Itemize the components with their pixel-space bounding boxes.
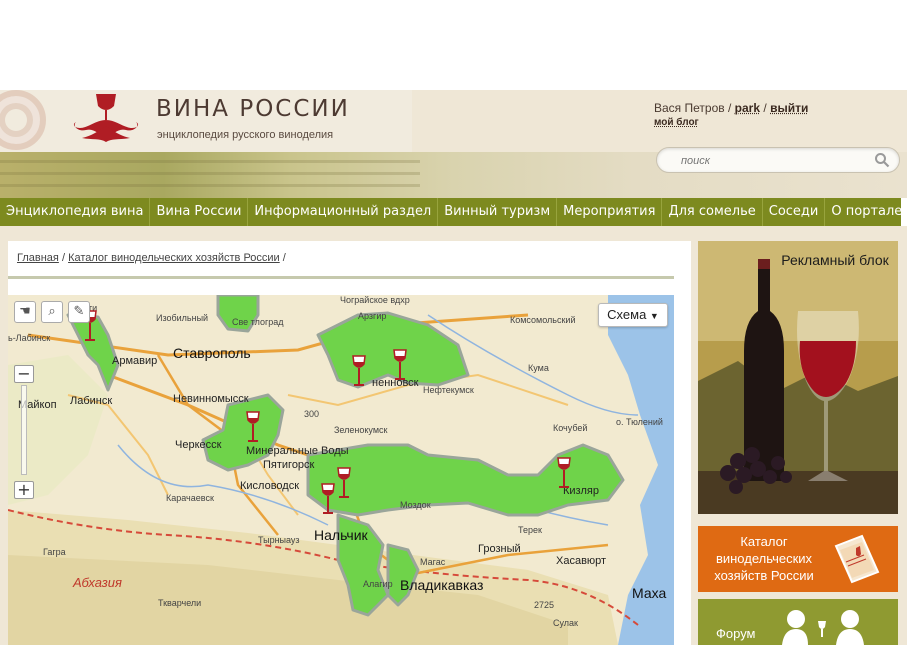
hand-pan-icon[interactable]: ☚ xyxy=(14,301,36,323)
breadcrumb-divider xyxy=(8,276,674,279)
logout-link[interactable]: выйти xyxy=(770,101,808,115)
map-label-abkhazia: Абхазия xyxy=(73,575,122,590)
search-box xyxy=(656,147,900,173)
logo-area[interactable]: ВИНА РОССИИ энциклопедия русского виноде… xyxy=(0,90,412,152)
user-name: Вася Петров xyxy=(654,101,725,115)
map-label-labinsk-left: ь-Лабинск xyxy=(8,333,51,343)
nav-item-wines-russia[interactable]: Вина России xyxy=(150,198,249,226)
map-label-labinsk: Лабинск xyxy=(70,395,113,407)
my-blog-link[interactable]: мой блог xyxy=(654,117,699,128)
user-bar: Вася Петров / park / выйти xyxy=(654,101,808,115)
nav-item-wine-tourism[interactable]: Винный туризм xyxy=(438,198,558,226)
winery-pin-icon[interactable] xyxy=(392,349,408,383)
map-label-kislovodsk: Кисловодск xyxy=(240,480,300,492)
map-label-kochubey: Кочубей xyxy=(553,423,588,433)
forum-people-icon xyxy=(782,610,864,645)
magnifier-zoom-icon[interactable]: ⌕ xyxy=(41,301,63,323)
separator: / xyxy=(763,101,767,115)
zoom-in-button[interactable]: + xyxy=(14,481,34,499)
map-label-stavropol: Ставрополь xyxy=(173,345,251,361)
separator: / xyxy=(727,101,732,115)
site-title: ВИНА РОССИИ xyxy=(156,96,350,122)
map-label-svetlograd: Све тлоград xyxy=(232,317,284,327)
map-label-karachaevsk: Карачаевск xyxy=(166,493,214,503)
map-label-izobilny: Изобильный xyxy=(156,313,209,323)
map-type-label: Схема xyxy=(607,307,647,322)
map-label-kuma: Кума xyxy=(528,363,549,373)
map-label-height-300: 300 xyxy=(304,409,320,419)
forum-label: Форум xyxy=(716,626,756,641)
map-label-uyutniy: о. Тюлений xyxy=(616,417,663,427)
map-label-armavir: Армавир xyxy=(112,355,158,367)
winery-pin-icon[interactable] xyxy=(320,483,336,517)
wine-bottle-glass-image xyxy=(698,241,898,514)
ad-block-label: Рекламный блок xyxy=(781,252,889,268)
map-label-alagir: Алагир xyxy=(363,579,393,589)
catalog-banner[interactable]: Каталог винодельческих хозяйств России xyxy=(698,526,898,592)
map-label-nalchik: Нальчик xyxy=(314,527,368,543)
chevron-down-icon: ▼ xyxy=(649,311,659,321)
sidebar: Рекламный блок Каталог винодельческих хо… xyxy=(698,241,898,645)
nav-item-events[interactable]: Мероприятия xyxy=(557,198,663,226)
map-label-tyrnyauz: Тырныауз xyxy=(258,535,300,545)
ad-banner[interactable]: Рекламный блок xyxy=(698,241,898,514)
top-blank-area xyxy=(0,0,907,90)
forum-banner[interactable]: Форум xyxy=(698,599,898,645)
nav-item-info[interactable]: Информационный раздел xyxy=(248,198,439,226)
map-label-terek: Терек xyxy=(518,525,542,535)
map-label-khasavyurt: Хасавюрт xyxy=(556,555,607,567)
winery-pin-icon[interactable] xyxy=(556,457,572,491)
map-label-mozdok: Моздок xyxy=(400,500,431,510)
catalog-banner-label: Каталог винодельческих хозяйств России xyxy=(714,534,814,583)
map-label-arzgir: Арзгир xyxy=(358,311,387,321)
site-subtitle: энциклопедия русского виноделия xyxy=(157,129,334,141)
map-label-grozny: Грозный xyxy=(478,543,521,555)
breadcrumb: Главная / Каталог винодельческих хозяйст… xyxy=(17,252,286,264)
swirl-ornament-icon xyxy=(0,90,46,150)
breadcrumb-home-link[interactable]: Главная xyxy=(17,252,59,264)
winery-pin-icon[interactable] xyxy=(351,355,367,389)
map-label-gagra: Гагра xyxy=(43,547,66,557)
wine-glass-logo-icon xyxy=(73,94,139,142)
username-link[interactable]: park xyxy=(735,101,760,115)
zoom-slider[interactable] xyxy=(21,385,27,475)
zoom-out-button[interactable]: − xyxy=(14,365,34,383)
map-label-magas: Магас xyxy=(420,557,446,567)
map-label-sulak: Сулак xyxy=(553,618,578,628)
nav-item-sommelier[interactable]: Для сомелье xyxy=(662,198,763,226)
map-label-makhachkala: Маха xyxy=(632,585,667,601)
breadcrumb-separator: / xyxy=(282,252,286,264)
map-label-neftekumsk: Нефтекумск xyxy=(423,385,474,395)
map-label-chograi: Чограйское вдхр xyxy=(340,295,410,305)
page: ВИНА РОССИИ энциклопедия русского виноде… xyxy=(0,0,907,645)
map-label-height-2725: 2725 xyxy=(534,600,555,610)
map-label-zelenokumsk: Зеленокумск xyxy=(334,425,388,435)
nav-item-encyclopedia[interactable]: Энциклопедия вина xyxy=(0,198,151,226)
map-label-tkvarcheli: Ткварчели xyxy=(158,598,202,608)
catalog-book-icon xyxy=(834,534,880,584)
map-type-dropdown[interactable]: Схема ▼ xyxy=(598,303,668,327)
breadcrumb-catalog-link[interactable]: Каталог винодельческих хозяйств России xyxy=(68,252,280,264)
search-input[interactable] xyxy=(681,152,871,169)
nav-item-neighbors[interactable]: Соседи xyxy=(763,198,826,226)
wineries-map[interactable]: Ставрополь Армавир ь-Лабинск Изобильный … xyxy=(8,295,674,645)
map-label-cherkessk: Черкесск xyxy=(175,439,222,451)
main-navigation: Энциклопедия вина Вина России Информацио… xyxy=(0,198,902,226)
search-icon[interactable] xyxy=(874,152,890,168)
map-label-vladikavkaz: Владикавказ xyxy=(400,577,484,593)
breadcrumb-separator: / xyxy=(61,252,65,264)
winery-pin-icon[interactable] xyxy=(336,467,352,501)
ruler-measure-icon[interactable]: ✎ xyxy=(68,301,90,323)
map-label-nevinnomyssk: Невинномысск xyxy=(173,393,249,405)
winery-pin-icon[interactable] xyxy=(245,411,261,445)
zoom-control: − + xyxy=(14,365,34,499)
map-label-pyatigorsk: Пятигорск xyxy=(263,459,315,471)
map-label-komsomolsky: Комсомольский xyxy=(510,315,576,325)
map-label-mineralnye: Минеральные Воды xyxy=(246,445,349,457)
site-header: ВИНА РОССИИ энциклопедия русского виноде… xyxy=(0,90,907,198)
nav-item-about[interactable]: О портале xyxy=(825,198,907,226)
